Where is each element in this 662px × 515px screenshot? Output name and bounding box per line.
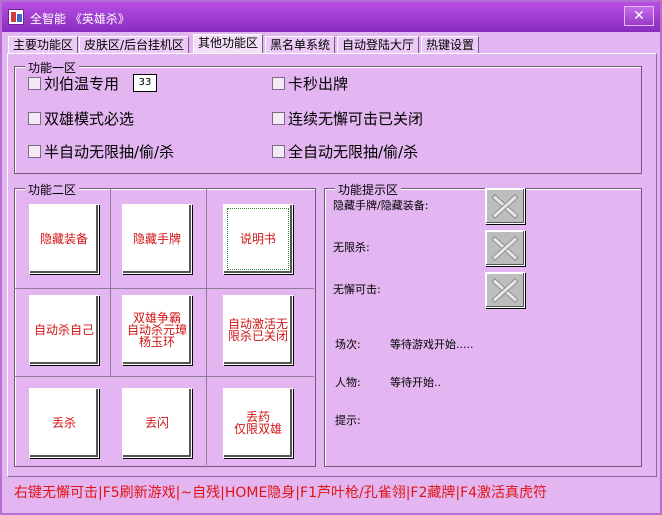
app-icon [8,9,24,25]
checkbox-box[interactable] [28,145,41,158]
hide-cards-label: 隐藏手牌/隐藏装备: [333,199,429,212]
x-icon [485,230,525,266]
x-icon [485,272,525,308]
checkbox-label: 刘伯温专用 [44,75,120,93]
number-field[interactable]: 33 [133,74,157,92]
tab-skins[interactable]: 皮肤区/后台挂机区 [79,36,190,54]
checkbox-box[interactable] [28,112,41,125]
drop-kill-button[interactable]: 丢杀 [29,388,99,458]
checkbox-label: 卡秒出牌 [288,75,349,93]
checkbox-box[interactable] [28,77,41,90]
hotkey-footer: 右键无懈可击|F5刷新游戏|~自残|HOME隐身|F1芦叶枪/孔雀翎|F2藏牌|… [14,485,548,501]
match-label: 场次: [335,338,361,351]
checkbox-label: 全自动无限抽/偷/杀 [288,143,419,161]
auto-activate-button[interactable]: 自动激活无 限杀已关闭 [223,295,293,365]
close-icon[interactable]: ✕ [624,6,654,26]
checkbox-box[interactable] [272,145,285,158]
drop-potion-button[interactable]: 丢药 仅限双雄 [223,388,293,458]
tab-other[interactable]: 其他功能区 [193,34,264,54]
group-3-legend: 功能提示区 [335,181,402,198]
character-label: 人物: [335,376,361,389]
dual-hero-button[interactable]: 双雄争霸 自动杀元璋 杨玉环 [122,295,192,365]
checkbox-box[interactable] [272,77,285,90]
checkbox-box[interactable] [272,112,285,125]
checkbox-label: 双雄模式必选 [44,110,135,128]
drop-dodge-button[interactable]: 丢闪 [122,388,192,458]
checkbox-label: 半自动无限抽/偷/杀 [44,143,175,161]
hide-equipment-button[interactable]: 隐藏装备 [29,204,99,274]
hide-hand-button[interactable]: 隐藏手牌 [122,204,192,274]
title-bar[interactable]: 全智能 《英雄杀》 ✕ [2,2,660,32]
window-title: 全智能 《英雄杀》 [30,12,130,26]
tab-auto-login[interactable]: 自动登陆大厅 [337,36,420,54]
checkbox-label: 连续无懈可击已关闭 [288,110,424,128]
x-icon [485,188,525,224]
checkbox-dual-hero[interactable]: 双雄模式必选 [28,109,134,129]
checkbox-continuous-nullify[interactable]: 连续无懈可击已关闭 [272,109,423,129]
tab-blacklist[interactable]: 黑名单系统 [265,36,336,54]
checkbox-full-auto[interactable]: 全自动无限抽/偷/杀 [272,142,418,162]
tab-main[interactable]: 主要功能区 [8,36,79,54]
unlimited-kill-label: 无限杀: [333,241,370,254]
no-dodge-label: 无懈可击: [333,283,381,296]
manual-button[interactable]: 说明书 [223,204,293,274]
match-value: 等待游戏开始..... [390,338,474,351]
tab-hotkeys[interactable]: 热键设置 [421,36,480,54]
checkbox-instant-play[interactable]: 卡秒出牌 [272,74,348,94]
checkbox-liu-bowen[interactable]: 刘伯温专用 [28,74,119,94]
auto-kill-self-button[interactable]: 自动杀自己 [29,295,99,365]
checkbox-semi-auto[interactable]: 半自动无限抽/偷/杀 [28,142,174,162]
main-window: 全智能 《英雄杀》 ✕ 主要功能区 皮肤区/后台挂机区 其他功能区 黑名单系统 … [0,0,662,515]
hint-label: 提示: [335,414,361,427]
group-3: 功能提示区 [324,181,642,467]
character-value: 等待开始.. [390,376,441,389]
